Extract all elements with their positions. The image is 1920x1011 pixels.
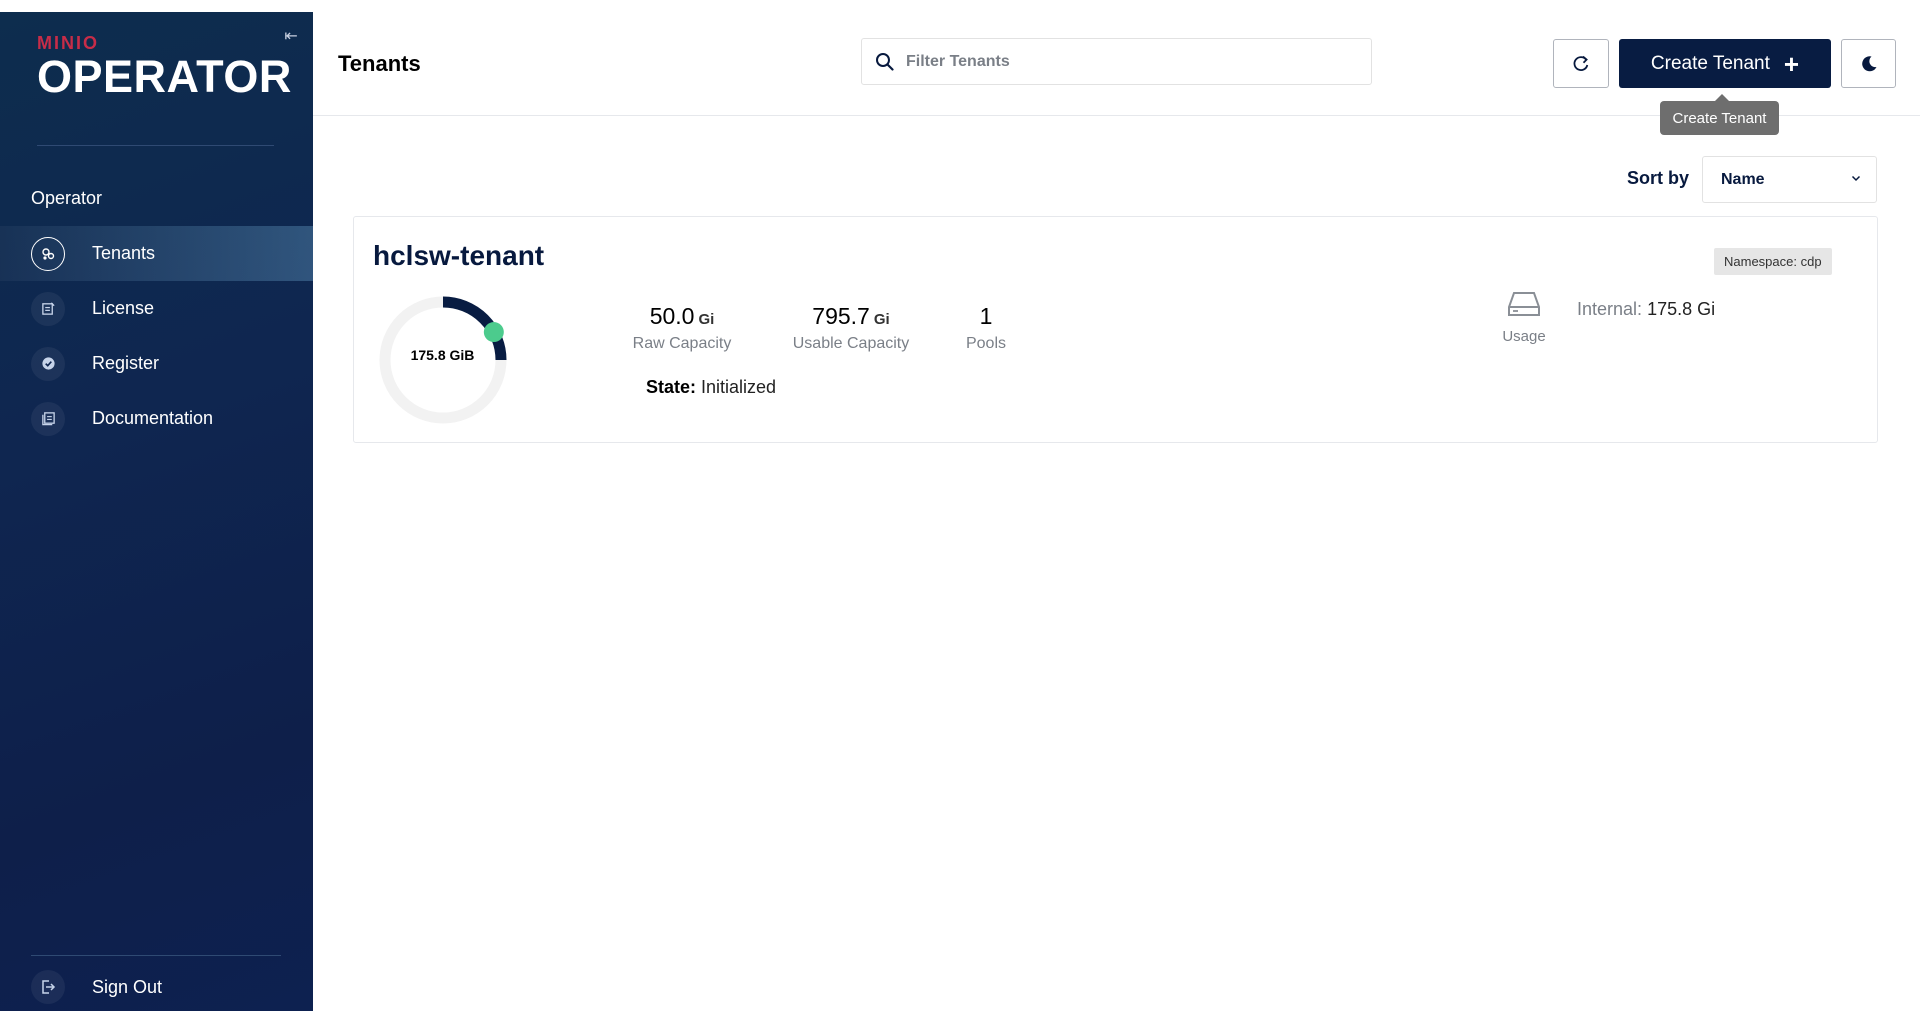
usable-capacity-stat: 795.7 Gi Usable Capacity <box>786 303 916 353</box>
pools-value: 1 <box>979 303 993 329</box>
tenants-icon <box>31 236 65 271</box>
plus-icon: + <box>1783 48 1800 79</box>
collapse-sidebar-icon[interactable]: ⇤ <box>280 26 302 48</box>
dark-mode-button[interactable] <box>1841 39 1896 88</box>
sort-select[interactable]: Name <box>1702 156 1877 203</box>
license-icon <box>31 291 65 326</box>
search-box[interactable] <box>861 38 1372 85</box>
sidebar-section-label: Operator <box>31 188 103 208</box>
pools-label: Pools <box>965 335 1007 352</box>
page-title: Tenants <box>338 51 421 76</box>
logo-minio-text: MINIO <box>37 33 99 53</box>
raw-capacity-unit: Gi <box>698 311 715 328</box>
logo-operator-text: OPERATOR <box>37 51 292 102</box>
usable-capacity-value: 795.7 <box>812 303 870 329</box>
page-header: Tenants Create Tenant + <box>313 0 1920 116</box>
documentation-icon <box>31 401 65 436</box>
internal-key: Internal: <box>1577 299 1643 319</box>
raw-capacity-label: Raw Capacity <box>632 335 732 352</box>
state-key: State: <box>646 377 697 397</box>
sidebar-item-label: Documentation <box>92 408 214 428</box>
internal-usage: Internal: 175.8 Gi <box>1577 299 1715 320</box>
donut-usage-label: 175.8 GiB <box>410 347 475 363</box>
sort-selected-value: Name <box>1721 170 1765 188</box>
namespace-badge: Namespace: cdp <box>1714 248 1832 275</box>
search-icon <box>876 52 894 71</box>
sort-label: Sort by <box>1627 168 1690 188</box>
sidebar-item-label: Tenants <box>92 243 156 263</box>
sign-out-icon <box>31 970 65 1004</box>
usable-capacity-label: Usable Capacity <box>792 335 910 352</box>
health-indicator <box>483 322 504 343</box>
refresh-icon <box>1573 55 1589 71</box>
usage-label: Usage <box>1502 328 1546 345</box>
sidebar-item-register[interactable]: Register <box>0 336 313 391</box>
moon-icon <box>1861 55 1876 71</box>
sign-out-button[interactable]: Sign Out <box>0 967 313 1007</box>
raw-capacity-stat: 50.0 Gi Raw Capacity <box>624 303 740 353</box>
chevron-down-icon <box>1850 172 1862 187</box>
sidebar-item-license[interactable]: License <box>0 281 313 336</box>
create-tenant-tooltip: Create Tenant <box>1660 94 1779 135</box>
pools-stat: 1 Pools <box>956 303 1016 353</box>
usable-capacity-unit: Gi <box>873 311 890 328</box>
sidebar-nav: Tenants License Register Documentation <box>0 226 313 446</box>
sidebar-divider <box>31 955 281 956</box>
usage-block: Usage <box>1494 289 1554 345</box>
filter-tenants-input[interactable] <box>906 52 1346 71</box>
sidebar: MINIO OPERATOR ⇤ Operator Tenants Licens… <box>0 12 313 1011</box>
sidebar-divider <box>37 145 274 146</box>
minio-logo[interactable]: MINIO OPERATOR <box>37 34 292 99</box>
create-tenant-label: Create Tenant <box>1650 52 1770 74</box>
tenant-card[interactable]: hclsw-tenant Namespace: cdp 175.8 GiB 50… <box>353 216 1878 443</box>
refresh-button[interactable] <box>1553 39 1609 88</box>
sidebar-item-documentation[interactable]: Documentation <box>0 391 313 446</box>
raw-capacity-value: 50.0 <box>649 303 695 329</box>
sidebar-item-tenants[interactable]: Tenants <box>0 226 313 281</box>
register-icon <box>31 346 65 381</box>
sign-out-label: Sign Out <box>92 976 163 997</box>
drive-icon <box>1508 292 1540 316</box>
sidebar-item-label: Register <box>92 353 160 373</box>
state-value: Initialized <box>701 377 777 397</box>
create-tenant-button[interactable]: Create Tenant + <box>1619 39 1831 88</box>
tenant-name[interactable]: hclsw-tenant <box>373 240 544 272</box>
internal-value: 175.8 Gi <box>1647 299 1716 319</box>
tenant-state: State: Initialized <box>646 377 776 398</box>
sidebar-item-label: License <box>92 298 155 318</box>
